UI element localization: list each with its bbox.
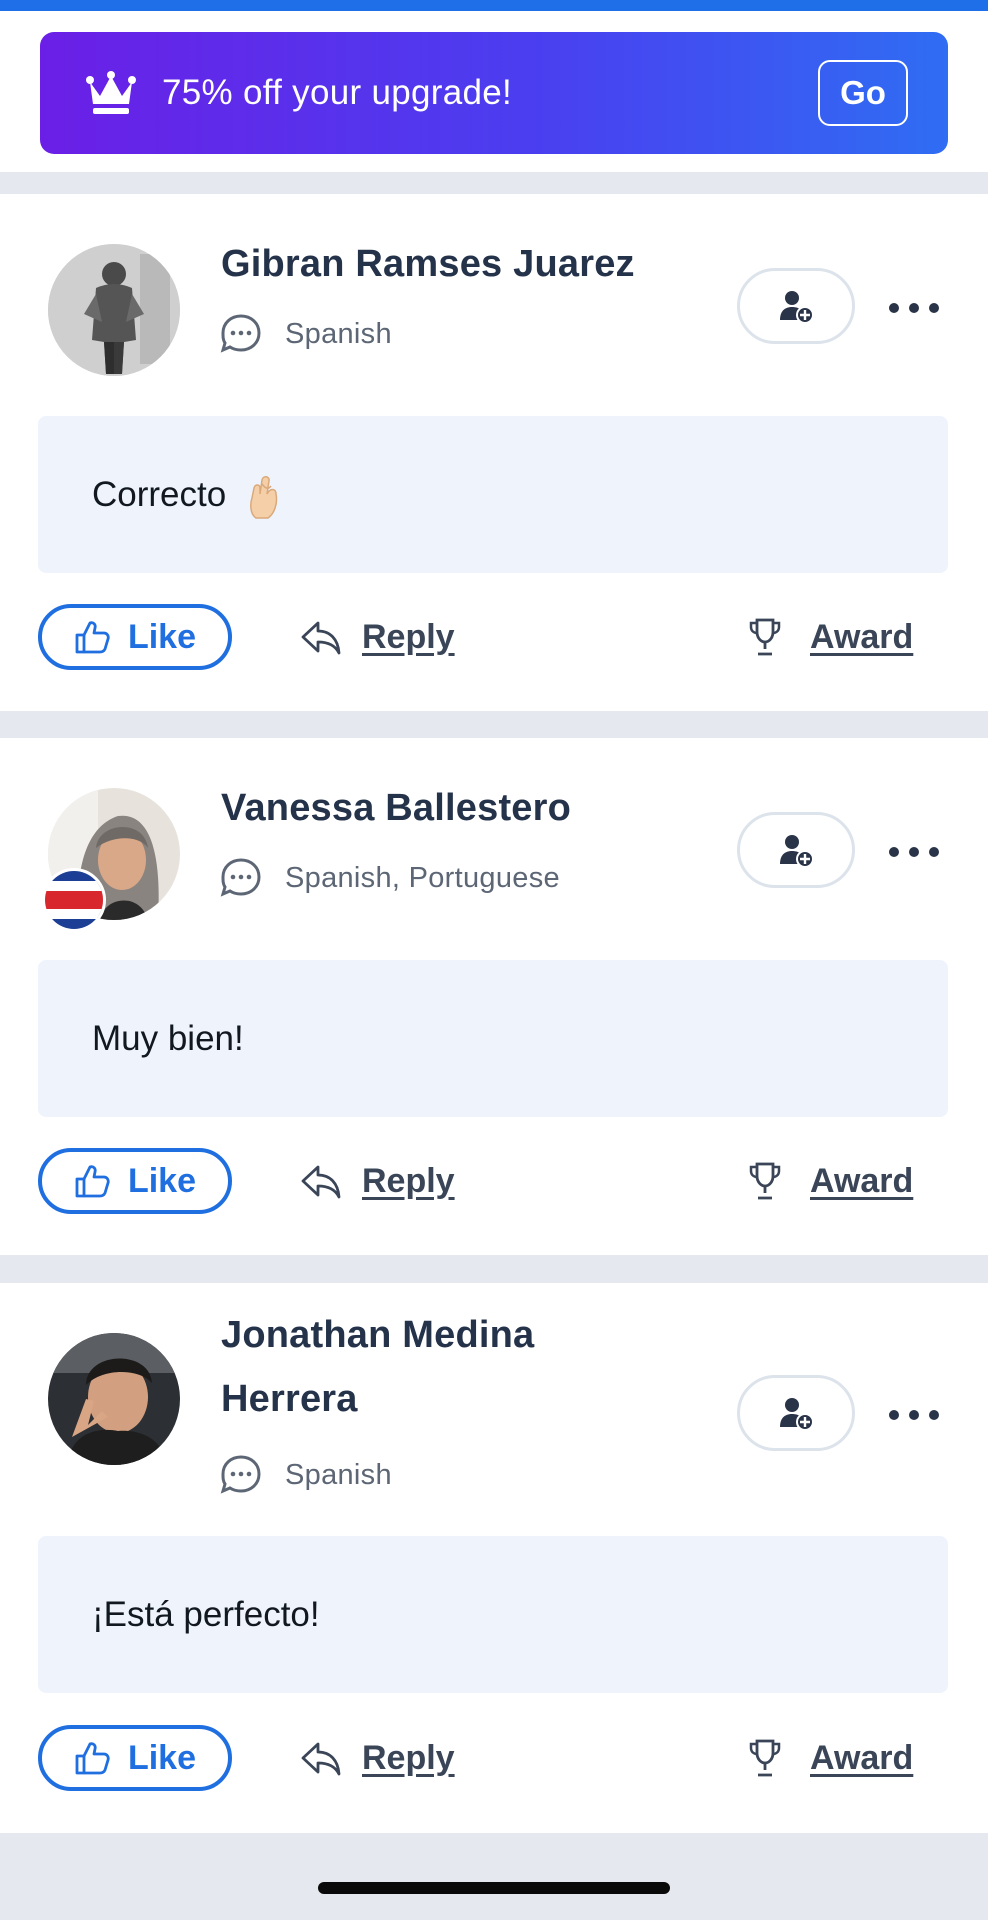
like-button[interactable]: Like	[38, 1725, 232, 1791]
message-text: Muy bien!	[92, 1019, 244, 1058]
languages-row: Spanish	[219, 1453, 392, 1497]
author-name[interactable]: Gibran Ramses Juarez	[221, 232, 635, 296]
like-label: Like	[127, 1738, 197, 1777]
upgrade-promo-banner[interactable]: 75% off your upgrade! Go	[40, 32, 948, 154]
reply-arrow-icon	[301, 1165, 341, 1199]
dot-icon	[889, 303, 899, 313]
avatar[interactable]	[48, 1333, 180, 1465]
post-card: Vanessa Ballestero Spanish, Portuguese M…	[0, 738, 988, 1255]
award-label: Award	[810, 617, 914, 656]
follow-button[interactable]	[737, 812, 855, 888]
message-bubble: Correcto	[38, 416, 948, 573]
home-indicator[interactable]	[318, 1882, 670, 1894]
award-button[interactable]: Award	[748, 1148, 913, 1214]
languages-row: Spanish	[219, 312, 392, 356]
add-user-icon	[780, 1398, 814, 1431]
dot-icon	[909, 1410, 919, 1420]
top-accent-strip	[0, 0, 988, 11]
message-text-row: Correcto	[92, 416, 282, 573]
dot-icon	[909, 847, 919, 857]
more-options-button[interactable]	[889, 842, 939, 862]
costa-rica-flag-icon	[42, 868, 106, 932]
message-text: Correcto	[92, 475, 227, 514]
post-card: Jonathan Medina Herrera Spanish ¡Está pe…	[0, 1283, 988, 1833]
message-bubble: ¡Está perfecto!	[38, 1536, 948, 1693]
dot-icon	[929, 1410, 939, 1420]
promo-text: 75% off your upgrade!	[162, 73, 513, 112]
crossed-fingers-emoji	[250, 475, 278, 519]
thumbs-up-icon	[75, 621, 110, 654]
like-button[interactable]: Like	[38, 1148, 232, 1214]
languages-text: Spanish	[285, 1458, 392, 1491]
reply-arrow-icon	[301, 621, 341, 655]
follow-button[interactable]	[737, 268, 855, 344]
crown-icon	[86, 71, 136, 114]
award-label: Award	[810, 1738, 914, 1777]
reply-arrow-icon	[301, 1742, 341, 1776]
reply-label: Reply	[362, 617, 455, 656]
like-label: Like	[127, 617, 197, 656]
add-user-icon	[780, 291, 814, 324]
like-label: Like	[127, 1161, 197, 1200]
reply-button[interactable]: Reply	[300, 604, 455, 670]
reply-label: Reply	[362, 1738, 455, 1777]
reply-button[interactable]: Reply	[300, 1148, 455, 1214]
like-button[interactable]: Like	[38, 604, 232, 670]
trophy-icon	[749, 1739, 781, 1777]
chat-bubble-icon	[220, 858, 261, 897]
trophy-icon	[749, 1162, 781, 1200]
award-button[interactable]: Award	[748, 1725, 913, 1791]
dot-icon	[889, 1410, 899, 1420]
dot-icon	[889, 847, 899, 857]
dot-icon	[929, 303, 939, 313]
languages-text: Spanish, Portuguese	[285, 861, 560, 894]
trophy-icon	[749, 618, 781, 656]
post-card: Gibran Ramses Juarez Spanish Correcto Li…	[0, 194, 988, 711]
promo-container: 75% off your upgrade! Go	[0, 11, 988, 172]
add-user-icon	[780, 835, 814, 868]
follow-button[interactable]	[737, 1375, 855, 1451]
reply-button[interactable]: Reply	[300, 1725, 455, 1791]
languages-text: Spanish	[285, 317, 392, 350]
dot-icon	[909, 303, 919, 313]
thumbs-up-icon	[75, 1742, 110, 1775]
author-name-line2[interactable]: Herrera	[221, 1367, 358, 1431]
more-options-button[interactable]	[889, 298, 939, 318]
languages-row: Spanish, Portuguese	[219, 856, 560, 900]
author-name-line1[interactable]: Jonathan Medina	[221, 1303, 534, 1367]
award-label: Award	[810, 1161, 914, 1200]
thumbs-up-icon	[75, 1165, 110, 1198]
dot-icon	[929, 847, 939, 857]
reply-label: Reply	[362, 1161, 455, 1200]
award-button[interactable]: Award	[748, 604, 913, 670]
chat-bubble-icon	[220, 314, 261, 353]
promo-go-button[interactable]: Go	[818, 60, 908, 126]
message-bubble: Muy bien!	[38, 960, 948, 1117]
author-name[interactable]: Vanessa Ballestero	[221, 776, 571, 840]
message-text: ¡Está perfecto!	[92, 1595, 320, 1634]
more-options-button[interactable]	[889, 1405, 939, 1425]
chat-bubble-icon	[220, 1455, 261, 1494]
avatar[interactable]	[48, 244, 180, 376]
